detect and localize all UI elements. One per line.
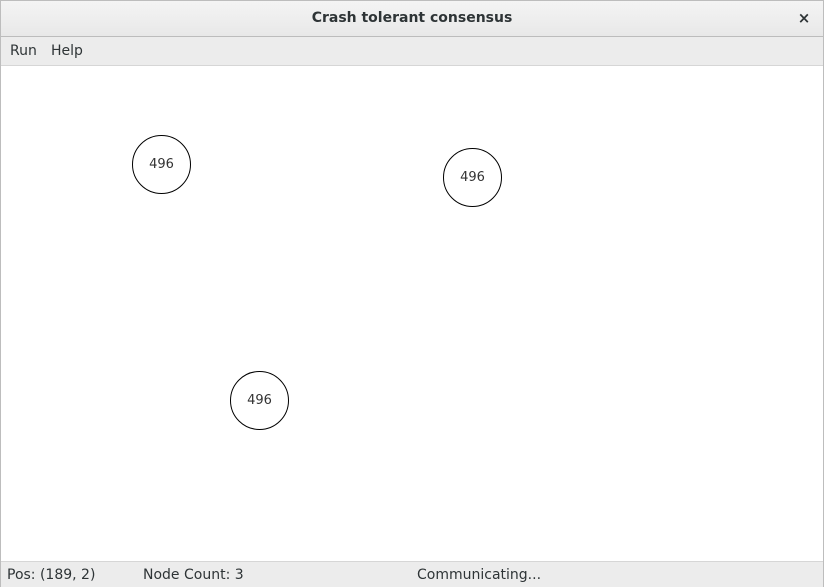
node-1[interactable]: 496 xyxy=(132,135,191,194)
status-message: Communicating... xyxy=(417,567,542,583)
cursor-position: Pos: (189, 2) xyxy=(7,567,96,583)
menu-bar: Run Help xyxy=(1,37,823,66)
network-canvas[interactable]: 496 496 496 xyxy=(1,66,823,560)
node-3[interactable]: 496 xyxy=(230,371,289,430)
close-button[interactable]: × xyxy=(795,9,813,27)
node-count: Node Count: 3 xyxy=(143,567,244,583)
window-title: Crash tolerant consensus xyxy=(311,10,513,26)
status-bar: Pos: (189, 2) Node Count: 3 Communicatin… xyxy=(1,561,823,587)
app-window: Crash tolerant consensus × Run Help 496 … xyxy=(0,0,824,587)
menu-help[interactable]: Help xyxy=(51,37,83,65)
node-2[interactable]: 496 xyxy=(443,148,502,207)
title-bar[interactable]: Crash tolerant consensus × xyxy=(1,1,823,37)
menu-run[interactable]: Run xyxy=(10,37,37,65)
